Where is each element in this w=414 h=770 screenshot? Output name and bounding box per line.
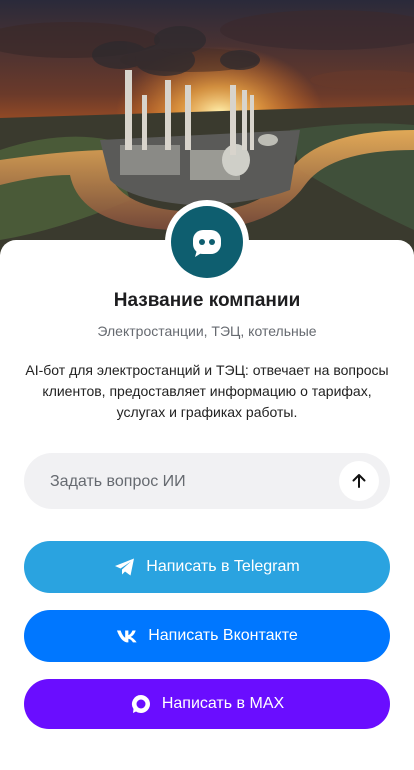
avatar bbox=[165, 200, 249, 284]
ask-ai-input[interactable] bbox=[48, 453, 332, 511]
vk-button[interactable]: Написать Вконтакте bbox=[24, 610, 390, 662]
arrow-up-icon bbox=[352, 474, 366, 488]
company-category: Электростанции, ТЭЦ, котельные bbox=[97, 323, 317, 339]
max-icon bbox=[130, 693, 152, 715]
telegram-button-label: Написать в Telegram bbox=[146, 558, 300, 575]
max-button-label: Написать в MAX bbox=[161, 695, 285, 712]
company-name: Название компании bbox=[113, 290, 301, 311]
telegram-icon bbox=[114, 556, 136, 578]
max-button[interactable]: Написать в MAX bbox=[24, 679, 390, 729]
ask-ai-bar bbox=[24, 453, 390, 511]
company-description: AI-бот для электростанций и ТЭЦ: отвечае… bbox=[25, 362, 389, 420]
send-button[interactable] bbox=[339, 461, 379, 501]
telegram-button[interactable]: Написать в Telegram bbox=[24, 541, 390, 593]
bot-avatar bbox=[171, 206, 243, 278]
vk-button-label: Написать Вконтакте bbox=[148, 627, 298, 644]
vk-icon bbox=[116, 625, 138, 647]
chat-bot-icon bbox=[193, 230, 221, 257]
